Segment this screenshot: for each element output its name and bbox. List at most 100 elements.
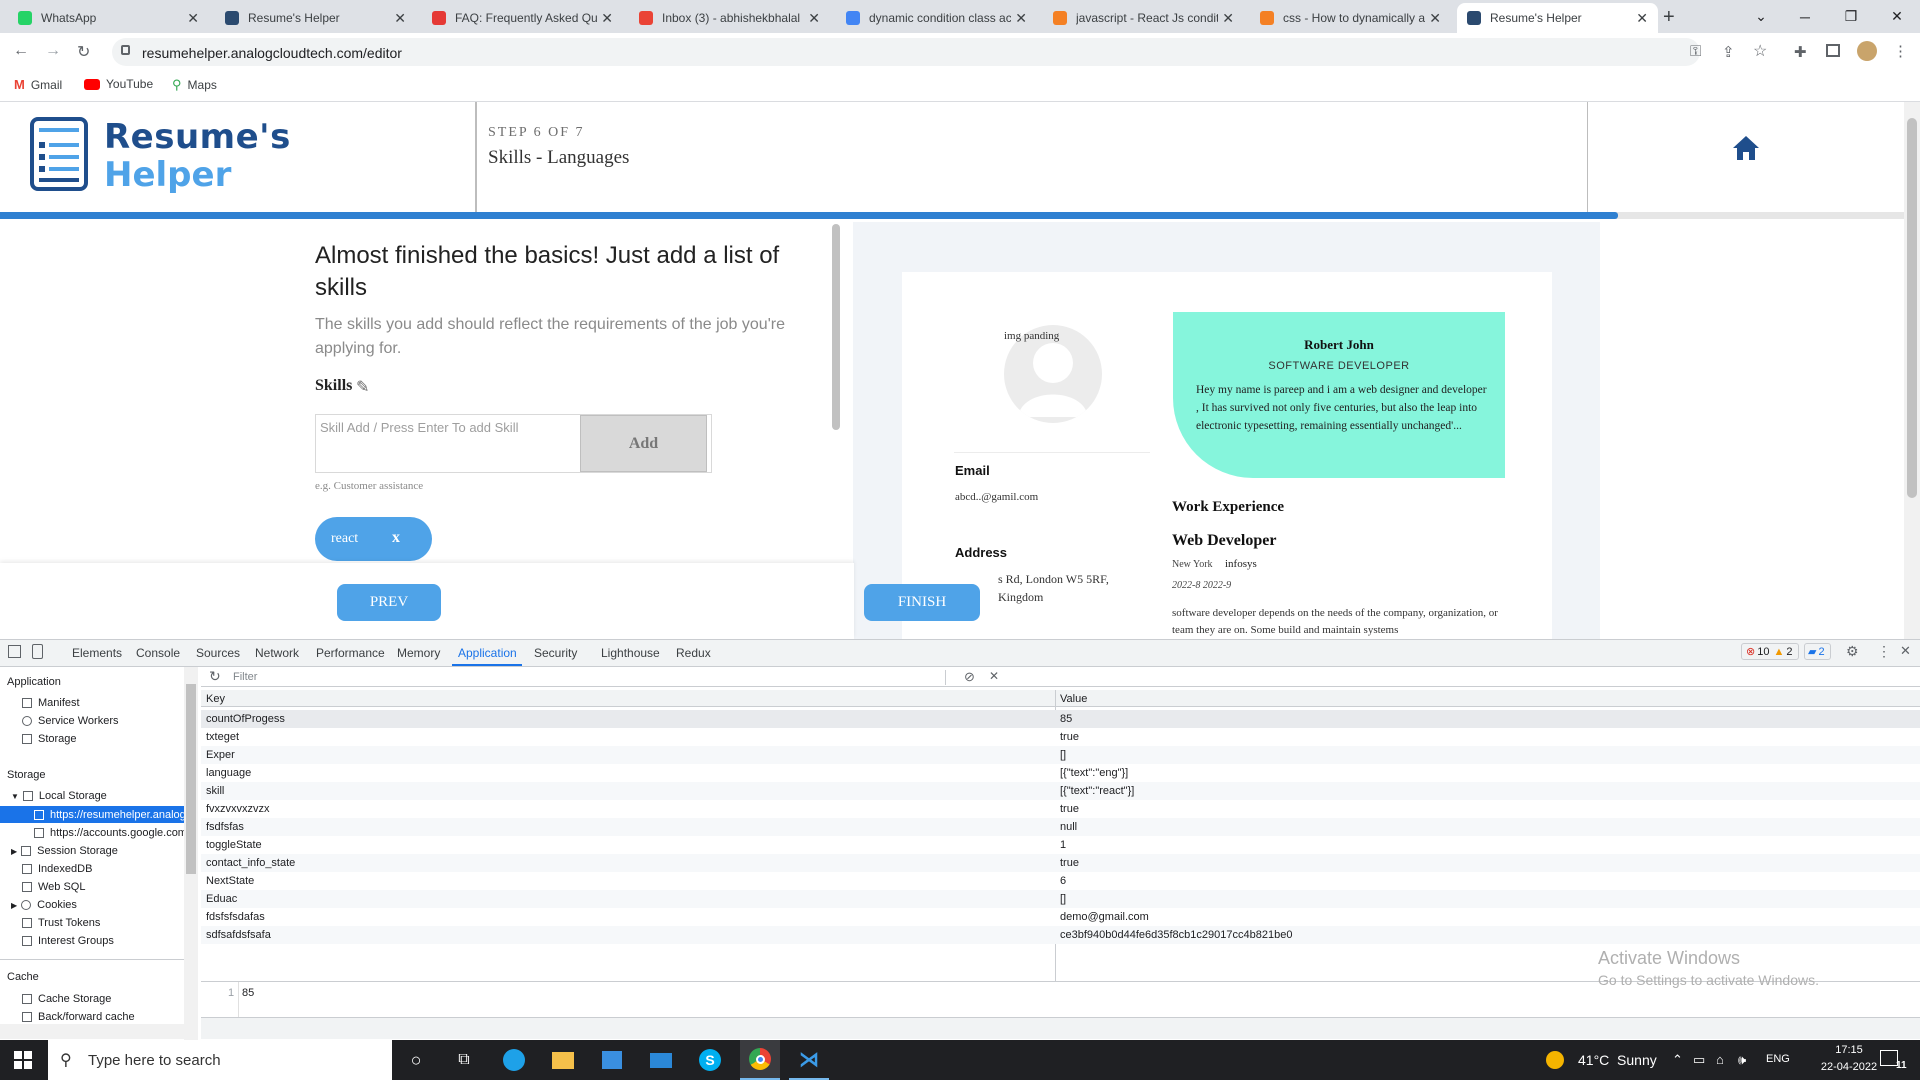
column-header-value[interactable]: Value <box>1060 693 1087 705</box>
close-window-icon[interactable]: ✕ <box>1874 0 1920 33</box>
pencil-edit-icon[interactable]: ✎ <box>356 377 369 397</box>
sidebar-hscrollbar[interactable] <box>0 1024 184 1039</box>
sidebar-item-service-workers[interactable]: Service Workers <box>22 715 118 727</box>
tab-close-icon[interactable]: ✕ <box>601 10 613 27</box>
tab-close-icon[interactable]: ✕ <box>1636 10 1648 27</box>
sidebar-item-bfcache[interactable]: Back/forward cache <box>22 1011 135 1023</box>
devtools-more-icon[interactable]: ⋮ <box>1877 643 1891 660</box>
page-scrollbar-thumb[interactable] <box>1907 118 1917 498</box>
bookmark-gmail[interactable]: M Gmail <box>14 77 62 92</box>
devtools-tab-console[interactable]: Console <box>136 646 180 660</box>
language-indicator[interactable]: ENG <box>1766 1053 1790 1065</box>
devtools-tab-application[interactable]: Application <box>458 646 517 660</box>
bookmark-maps[interactable]: ⚲ Maps <box>172 77 217 93</box>
add-skill-button[interactable]: Add <box>580 415 707 472</box>
devtools-tab-performance[interactable]: Performance <box>316 646 385 660</box>
store-icon[interactable] <box>592 1040 632 1080</box>
devtools-close-icon[interactable]: ✕ <box>1900 643 1911 659</box>
reload-icon[interactable]: ↻ <box>77 42 90 62</box>
browser-tab[interactable]: Resume's Helper ✕ <box>1457 3 1658 33</box>
sidebar-item-cache-storage[interactable]: Cache Storage <box>22 993 111 1005</box>
browser-tab[interactable]: css - How to dynamically a ✕ <box>1250 3 1451 33</box>
share-icon[interactable]: ⇪ <box>1722 43 1735 61</box>
devtools-tab-network[interactable]: Network <box>255 646 299 660</box>
sidebar-item-local-origin-2[interactable]: https://accounts.google.com <box>34 827 187 839</box>
bookmark-youtube[interactable]: YouTube <box>84 77 153 91</box>
sidebar-item-trust-tokens[interactable]: Trust Tokens <box>22 917 100 929</box>
delete-selected-icon[interactable]: ✕ <box>989 669 999 683</box>
filter-input[interactable]: Filter <box>233 671 257 683</box>
sidebar-item-local-origin-1[interactable]: https://resumehelper.analog <box>34 809 186 821</box>
extensions-icon[interactable]: ✚ <box>1794 43 1807 61</box>
prev-button[interactable]: PREV <box>337 584 441 621</box>
volume-icon[interactable]: 🕪 <box>1738 1052 1746 1068</box>
sidebar-item-indexeddb[interactable]: IndexedDB <box>22 863 92 875</box>
devtools-tab-redux[interactable]: Redux <box>676 646 711 660</box>
home-icon[interactable] <box>1732 134 1760 162</box>
tab-close-icon[interactable]: ✕ <box>1429 10 1441 27</box>
inspect-element-icon[interactable] <box>8 645 21 658</box>
sidebar-item-websql[interactable]: Web SQL <box>22 881 86 893</box>
weather-text[interactable]: 41°C Sunny <box>1578 1052 1657 1068</box>
meet-now-icon[interactable]: ▭ <box>1693 1052 1705 1068</box>
device-toolbar-icon[interactable] <box>32 644 43 659</box>
vscode-icon[interactable]: ⋊ <box>789 1040 829 1080</box>
restore-icon[interactable]: ❐ <box>1828 0 1874 33</box>
back-icon[interactable]: ← <box>13 42 29 60</box>
new-tab-button[interactable]: + <box>1663 6 1675 29</box>
task-view-icon[interactable]: ⧉ <box>444 1040 484 1080</box>
skype-icon[interactable]: S <box>690 1040 730 1080</box>
sidebar-item-cookies[interactable]: ▶ Cookies <box>11 899 77 911</box>
side-panel-icon[interactable] <box>1826 44 1840 57</box>
browser-tab[interactable]: FAQ: Frequently Asked Qu ✕ <box>422 3 623 33</box>
devtools-tab-sources[interactable]: Sources <box>196 646 240 660</box>
browser-tab[interactable]: Inbox (3) - abhishekbhalal ✕ <box>629 3 830 33</box>
forward-icon[interactable]: → <box>45 42 61 60</box>
sidebar-item-manifest[interactable]: Manifest <box>22 697 80 709</box>
refresh-icon[interactable]: ↻ <box>209 668 221 685</box>
browser-tab[interactable]: Resume's Helper ✕ <box>215 3 416 33</box>
bookmark-star-icon[interactable]: ☆ <box>1753 41 1767 61</box>
messages-counter[interactable]: ▰ 2 <box>1804 643 1831 660</box>
sidebar-item-interest-groups[interactable]: Interest Groups <box>22 935 114 947</box>
devtools-tab-elements[interactable]: Elements <box>72 646 122 660</box>
issues-counter[interactable]: ⊗ 10 ▲ 2 <box>1741 643 1799 660</box>
tab-close-icon[interactable]: ✕ <box>394 10 406 27</box>
mail-icon[interactable] <box>641 1040 681 1080</box>
sidebar-item-storage[interactable]: Storage <box>22 733 77 745</box>
tray-chevron-icon[interactable]: ⌃ <box>1672 1052 1683 1068</box>
browser-tab[interactable]: javascript - React Js condit ✕ <box>1043 3 1244 33</box>
cortana-icon[interactable]: ○ <box>396 1040 436 1080</box>
devtools-tab-security[interactable]: Security <box>534 646 577 660</box>
chrome-icon[interactable] <box>740 1040 780 1080</box>
url-text[interactable]: resumehelper.analogcloudtech.com/editor <box>142 45 402 61</box>
column-header-key[interactable]: Key <box>206 693 225 705</box>
windows-start-icon[interactable] <box>0 1040 46 1080</box>
skill-input[interactable]: Skill Add / Press Enter To add Skill <box>320 420 580 435</box>
minimize-icon[interactable]: ─ <box>1782 0 1828 33</box>
tab-search-icon[interactable]: ⌄ <box>1738 0 1784 33</box>
tab-close-icon[interactable]: ✕ <box>1015 10 1027 27</box>
key-icon[interactable]: ⚿ <box>1690 43 1701 60</box>
sidebar-scrollbar-thumb[interactable] <box>186 684 196 874</box>
devtools-settings-icon[interactable]: ⚙ <box>1846 643 1859 660</box>
file-explorer-icon[interactable] <box>543 1040 583 1080</box>
clock-time[interactable]: 17:15 <box>1819 1044 1879 1056</box>
sidebar-item-session-storage[interactable]: ▶ Session Storage <box>11 845 118 857</box>
profile-avatar[interactable] <box>1857 41 1877 61</box>
devtools-tab-lighthouse[interactable]: Lighthouse <box>601 646 660 660</box>
tab-close-icon[interactable]: ✕ <box>808 10 820 27</box>
skill-chip-remove[interactable]: x <box>392 529 400 547</box>
network-icon[interactable]: ⌂ <box>1716 1052 1724 1067</box>
taskbar-search-input[interactable]: Type here to search <box>88 1052 221 1069</box>
devtools-tab-memory[interactable]: Memory <box>397 646 440 660</box>
clock-date[interactable]: 22-04-2022 <box>1816 1061 1882 1073</box>
tab-close-icon[interactable]: ✕ <box>187 10 199 27</box>
tab-close-icon[interactable]: ✕ <box>1222 10 1234 27</box>
weather-sun-icon[interactable] <box>1546 1051 1564 1069</box>
finish-button[interactable]: FINISH <box>864 584 980 621</box>
sidebar-item-local-storage[interactable]: ▼ Local Storage <box>11 790 107 802</box>
browser-tab[interactable]: dynamic condition class ac ✕ <box>836 3 1037 33</box>
clear-all-icon[interactable]: ⊘ <box>964 669 975 685</box>
menu-dots-icon[interactable]: ⋮ <box>1893 42 1908 60</box>
